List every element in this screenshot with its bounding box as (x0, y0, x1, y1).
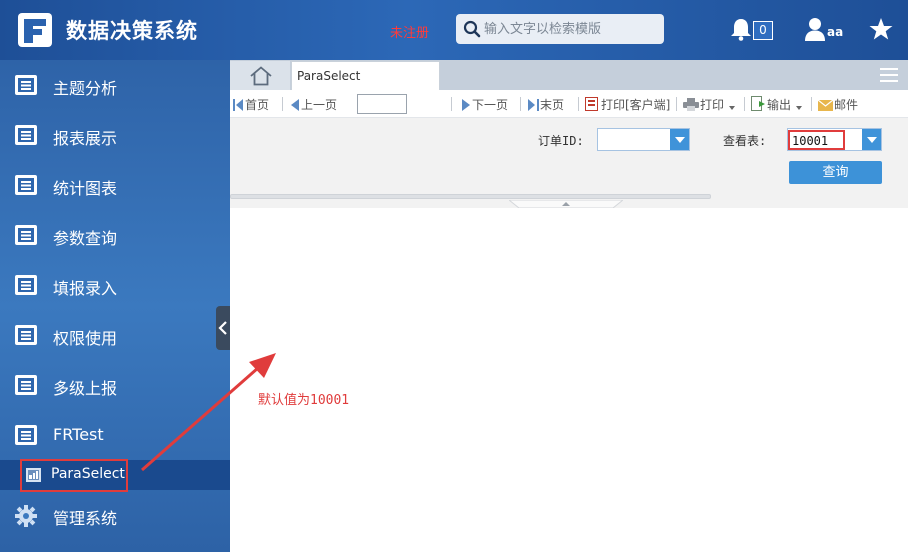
report-icon (15, 375, 37, 395)
export-button[interactable]: 输出 (751, 96, 804, 114)
parameter-pane: 订单ID: 查看表: 10001 查询 (230, 118, 908, 208)
search-input[interactable] (484, 18, 659, 40)
next-page-button[interactable]: 下一页 (461, 96, 508, 114)
prev-page-button[interactable]: 上一页 (290, 96, 337, 114)
dropdown-caret-icon (795, 106, 802, 110)
user-icon[interactable] (804, 17, 826, 41)
report-icon (15, 75, 37, 95)
star-icon[interactable] (869, 17, 893, 41)
view-table-dropdown-button[interactable] (862, 129, 881, 150)
export-icon (751, 96, 765, 111)
toolbar-separator (451, 97, 452, 111)
sidebar-item-paraselect[interactable]: ParaSelect (0, 459, 230, 492)
tab-label: ParaSelect (297, 69, 361, 83)
email-button[interactable]: 邮件 (817, 96, 859, 114)
sidebar-item-permissions[interactable]: 权限使用 (0, 310, 230, 360)
sidebar-item-topic-analysis[interactable]: 主题分析 (0, 60, 230, 110)
toolbar-separator (520, 97, 521, 111)
sidebar-item-label: 权限使用 (53, 329, 118, 348)
sidebar-item-label: 统计图表 (53, 179, 118, 198)
chevron-down-icon (675, 137, 685, 143)
last-page-label: 末页 (540, 98, 565, 112)
gear-icon (15, 505, 37, 527)
printer-icon (683, 98, 699, 111)
print-client-label: 打印[客户端] (601, 98, 671, 112)
annotation-text: 默认值为10001 (258, 393, 350, 408)
logo-icon (18, 13, 52, 47)
report-content-area (230, 208, 908, 552)
report-icon (15, 325, 37, 345)
sidebar-item-report-display[interactable]: 报表展示 (0, 110, 230, 160)
print-label: 打印 (700, 98, 725, 112)
next-page-icon (462, 99, 470, 111)
sidebar-item-param-query[interactable]: 参数查询 (0, 210, 230, 260)
toolbar-separator (676, 97, 677, 111)
first-page-icon (233, 99, 243, 111)
app-title: 数据决策系统 (66, 19, 198, 43)
sidebar-item-label: 多级上报 (53, 379, 118, 398)
sidebar-item-label: FRTest (53, 425, 104, 444)
sidebar-item-label: 填报录入 (53, 279, 118, 298)
first-page-label: 首页 (245, 98, 270, 112)
sidebar-item-charts[interactable]: 统计图表 (0, 160, 230, 210)
bell-icon[interactable] (730, 17, 752, 41)
report-icon (15, 275, 37, 295)
highlight-box (20, 459, 128, 492)
report-icon (15, 425, 37, 445)
print-client-icon (585, 97, 598, 111)
pane-collapse-toggle[interactable] (509, 200, 623, 208)
print-client-button[interactable]: 打印[客户端] (585, 96, 670, 114)
tab-paraselect[interactable]: ParaSelect (291, 61, 440, 90)
unregistered-label[interactable]: 未注册 (390, 22, 429, 41)
view-table-label: 查看表: (723, 134, 767, 148)
sidebar-item-frtest[interactable]: FRTest (0, 410, 230, 460)
user-name[interactable]: aa (827, 25, 843, 39)
page-number-input[interactable] (357, 94, 407, 114)
dropdown-caret-icon (728, 106, 735, 110)
highlight-box (788, 130, 845, 150)
horizontal-scrollbar[interactable] (230, 194, 711, 199)
toolbar-separator (811, 97, 812, 111)
sidebar-item-label: 参数查询 (53, 229, 118, 248)
sidebar-collapse-button[interactable] (216, 306, 230, 350)
export-label: 输出 (767, 98, 792, 112)
top-header: 数据决策系统 未注册 0 aa (0, 0, 908, 60)
report-icon (15, 175, 37, 195)
sidebar-item-admin-system[interactable]: 管理系统 (0, 490, 230, 540)
sidebar-item-multi-level-report[interactable]: 多级上报 (0, 360, 230, 410)
last-page-icon (528, 99, 539, 111)
order-id-dropdown-button[interactable] (670, 129, 689, 150)
tab-home[interactable] (230, 61, 290, 90)
toolbar-separator (578, 97, 579, 111)
sidebar: 主题分析 报表展示 统计图表 参数查询 填报录入 权限使用 多级上报 FRTes… (0, 60, 230, 552)
sidebar-item-label: 管理系统 (53, 509, 118, 528)
report-toolbar: 首页 上一页 下一页 末页 打印[客户端] 打印 输出 邮件 (230, 90, 908, 118)
chevron-down-icon (867, 137, 877, 143)
next-page-label: 下一页 (472, 98, 509, 112)
order-id-combo[interactable] (597, 128, 690, 151)
sidebar-item-data-entry[interactable]: 填报录入 (0, 260, 230, 310)
query-button[interactable]: 查询 (789, 161, 882, 184)
order-id-label: 订单ID: (538, 134, 584, 148)
chevron-left-icon (218, 321, 227, 335)
search-icon[interactable] (463, 20, 481, 38)
mail-icon (817, 99, 834, 111)
sidebar-item-label: 主题分析 (53, 79, 118, 98)
toolbar-separator (744, 97, 745, 111)
report-icon (15, 125, 37, 145)
prev-page-label: 上一页 (301, 98, 338, 112)
report-icon (15, 225, 37, 245)
first-page-button[interactable]: 首页 (233, 96, 269, 114)
template-search[interactable] (456, 14, 664, 44)
toolbar-separator (282, 97, 283, 111)
email-label: 邮件 (834, 98, 859, 112)
hamburger-menu-icon[interactable] (880, 67, 898, 83)
home-icon (250, 66, 272, 86)
prev-page-icon (291, 99, 299, 111)
print-button[interactable]: 打印 (683, 96, 737, 114)
tab-bar: ParaSelect (230, 60, 908, 90)
last-page-button[interactable]: 末页 (528, 96, 564, 114)
notification-count[interactable]: 0 (753, 21, 773, 40)
sidebar-item-label: 报表展示 (53, 129, 118, 148)
